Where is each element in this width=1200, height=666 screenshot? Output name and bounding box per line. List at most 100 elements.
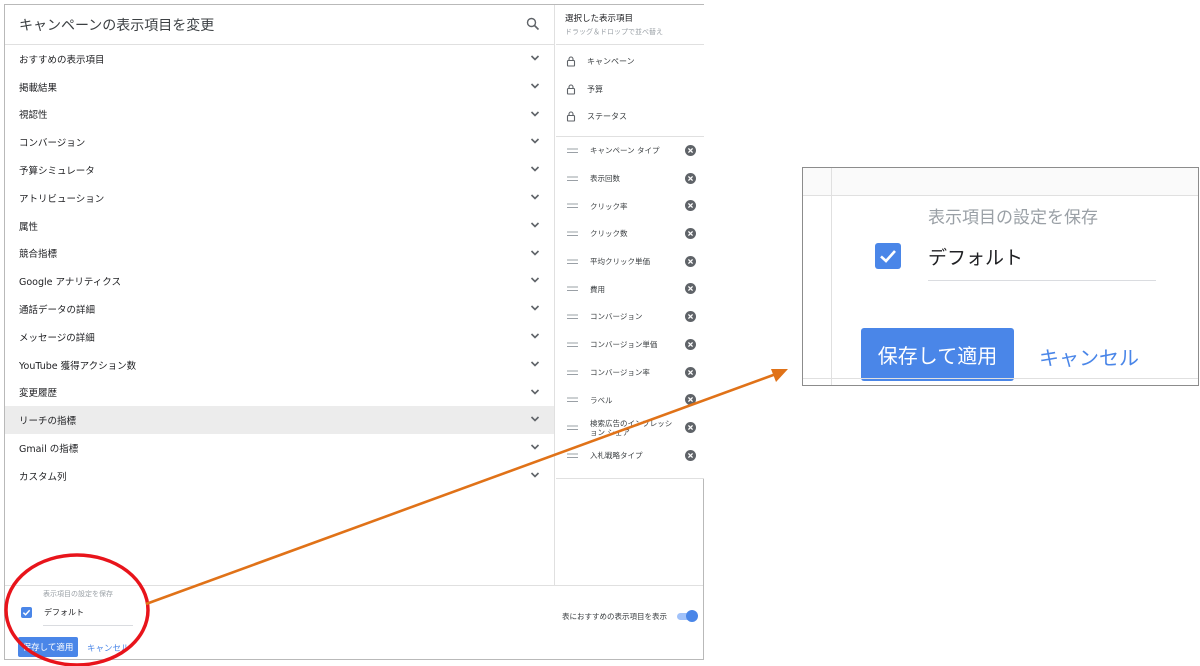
chevron-down-icon xyxy=(530,333,540,339)
remove-circle-icon[interactable] xyxy=(685,228,696,240)
chevron-down-icon xyxy=(530,472,540,478)
category-label: 競合指標 xyxy=(19,249,58,261)
recommended-columns-toggle[interactable] xyxy=(675,610,698,622)
default-checkbox[interactable] xyxy=(21,606,32,618)
category-item[interactable]: おすすめの表示項目 xyxy=(5,45,554,73)
selected-column-label: クリック数 xyxy=(590,229,628,239)
category-label: Google アナリティクス xyxy=(19,277,121,289)
selected-title: 選択した表示項目 xyxy=(565,14,634,24)
remove-circle-icon[interactable] xyxy=(685,145,696,156)
drag-handle-icon[interactable] xyxy=(567,342,578,348)
default-name-field[interactable]: デフォルト xyxy=(44,607,84,618)
category-label: リーチの指標 xyxy=(19,416,77,428)
remove-circle-icon[interactable] xyxy=(685,394,696,406)
selected-column-item[interactable]: コンバージョン xyxy=(556,303,704,331)
category-item[interactable]: コンバージョン xyxy=(5,128,554,156)
selected-column-label: コンバージョン率 xyxy=(590,367,650,377)
remove-circle-icon[interactable] xyxy=(685,366,696,378)
drag-handle-icon[interactable] xyxy=(567,176,578,182)
selected-column-item[interactable]: ラベル xyxy=(556,386,704,414)
zoom-top-strip xyxy=(803,168,1198,196)
selected-column-item[interactable]: 入札戦略タイプ xyxy=(556,442,704,470)
category-item[interactable]: 属性 xyxy=(5,212,554,240)
drag-handle-icon[interactable] xyxy=(567,231,578,237)
chevron-down-icon xyxy=(530,416,540,422)
drag-handle-icon[interactable] xyxy=(567,397,578,403)
category-label: メッセージの詳細 xyxy=(19,332,95,344)
remove-circle-icon[interactable] xyxy=(685,255,696,267)
category-item[interactable]: 変更履歴 xyxy=(5,379,554,407)
remove-circle-icon[interactable] xyxy=(685,421,696,433)
category-item[interactable]: 通話データの詳細 xyxy=(5,295,554,323)
save-apply-button[interactable]: 保存して適用 xyxy=(18,637,78,657)
locked-column-item: キャンペーン xyxy=(556,48,704,76)
checkmark-icon xyxy=(22,609,31,616)
locked-column-label: キャンペーン xyxy=(587,57,635,67)
chevron-down-icon xyxy=(530,83,540,89)
cancel-button[interactable]: キャンセル xyxy=(87,642,130,654)
selected-columns-panel: 選択した表示項目 ドラッグ＆ドロップで並べ替え キャンペーン 予算 ステータス キャ… xyxy=(556,5,704,479)
remove-circle-icon[interactable] xyxy=(685,200,696,212)
selected-column-item[interactable]: クリック数 xyxy=(556,220,704,248)
category-item[interactable]: 掲載結果 xyxy=(5,73,554,101)
category-item[interactable]: 視認性 xyxy=(5,101,554,129)
category-label: 予算シミュレータ xyxy=(19,166,95,178)
chevron-down-icon xyxy=(530,138,540,145)
zoom-bottom-line xyxy=(803,378,1198,379)
chevron-down-icon xyxy=(530,444,540,450)
category-label: 通話データの詳細 xyxy=(19,305,96,317)
checkmark-icon xyxy=(880,250,896,263)
selected-column-item[interactable]: コンバージョン率 xyxy=(556,359,704,387)
selected-column-item[interactable]: キャンペーン タイプ xyxy=(556,137,704,165)
drag-handle-icon[interactable] xyxy=(567,425,578,431)
drag-handle-icon[interactable] xyxy=(567,259,578,265)
dialog-title: キャンペーンの表示項目を変更 xyxy=(19,17,215,34)
drag-handle-icon[interactable] xyxy=(567,314,578,320)
drag-handle-icon[interactable] xyxy=(567,203,578,209)
category-item[interactable]: 競合指標 xyxy=(5,240,554,268)
name-field-underline xyxy=(43,625,133,626)
chevron-down-icon xyxy=(530,250,540,256)
selected-column-item[interactable]: 検索広告のインプレッション シェア xyxy=(556,414,704,442)
category-item[interactable]: メッセージの詳細 xyxy=(5,323,554,351)
category-item[interactable]: YouTube 獲得アクション数 xyxy=(5,351,554,379)
column-settings-dialog: キャンペーンの表示項目を変更 おすすめの表示項目 掲載結果 視認性 コンバージョン 予算… xyxy=(4,4,704,660)
selected-column-item[interactable]: コンバージョン単価 xyxy=(556,331,704,359)
category-item[interactable]: リーチの指標 xyxy=(5,406,554,435)
category-label: おすすめの表示項目 xyxy=(19,54,105,66)
remove-circle-icon[interactable] xyxy=(685,172,696,184)
remove-circle-icon[interactable] xyxy=(685,311,696,323)
category-item[interactable]: アトリビューション xyxy=(5,184,554,212)
selected-column-label: コンバージョン単価 xyxy=(590,340,658,350)
selected-column-item[interactable]: クリック率 xyxy=(556,192,704,220)
remove-circle-icon[interactable] xyxy=(685,338,696,350)
selected-column-item[interactable]: 費用 xyxy=(556,275,704,303)
drag-handle-icon[interactable] xyxy=(567,286,578,292)
toggle-knob xyxy=(686,610,698,622)
remove-circle-icon[interactable] xyxy=(685,283,696,295)
category-item[interactable]: カスタム列 xyxy=(5,462,554,490)
category-item[interactable]: Google アナリティクス xyxy=(5,267,554,295)
selected-column-item[interactable]: 平均クリック単価 xyxy=(556,248,704,276)
zoom-callout: 表示項目の設定を保存 デフォルト 保存して適用 キャンセル xyxy=(802,167,1199,386)
selected-column-label: コンバージョン xyxy=(590,312,643,322)
locked-column-item: ステータス xyxy=(556,103,704,131)
drag-handle-icon[interactable] xyxy=(567,370,578,376)
category-list: おすすめの表示項目掲載結果 視認性 コンバージョン予算シミュレータアトリビューション… xyxy=(5,45,554,490)
chevron-down-icon xyxy=(530,222,540,228)
selected-subtitle: ドラッグ＆ドロップで並べ替え xyxy=(565,28,663,36)
selected-column-item[interactable]: 表示回数 xyxy=(556,165,704,193)
selected-column-label: 平均クリック単価 xyxy=(590,257,650,267)
category-item[interactable]: Gmail の指標 xyxy=(5,434,554,462)
drag-handle-icon[interactable] xyxy=(567,453,578,459)
category-item[interactable]: 予算シミュレータ xyxy=(5,156,554,184)
search-icon[interactable] xyxy=(526,17,540,31)
zoom-field-underline xyxy=(928,280,1156,281)
selected-column-label: 費用 xyxy=(590,284,605,294)
category-label: Gmail の指標 xyxy=(19,444,79,456)
default-checkbox-row[interactable]: デフォルト xyxy=(15,605,145,619)
dialog-header: キャンペーンの表示項目を変更 xyxy=(5,5,554,45)
selected-column-label: 入札戦略タイプ xyxy=(590,450,643,460)
drag-handle-icon[interactable] xyxy=(567,148,578,154)
remove-circle-icon[interactable] xyxy=(685,449,696,461)
